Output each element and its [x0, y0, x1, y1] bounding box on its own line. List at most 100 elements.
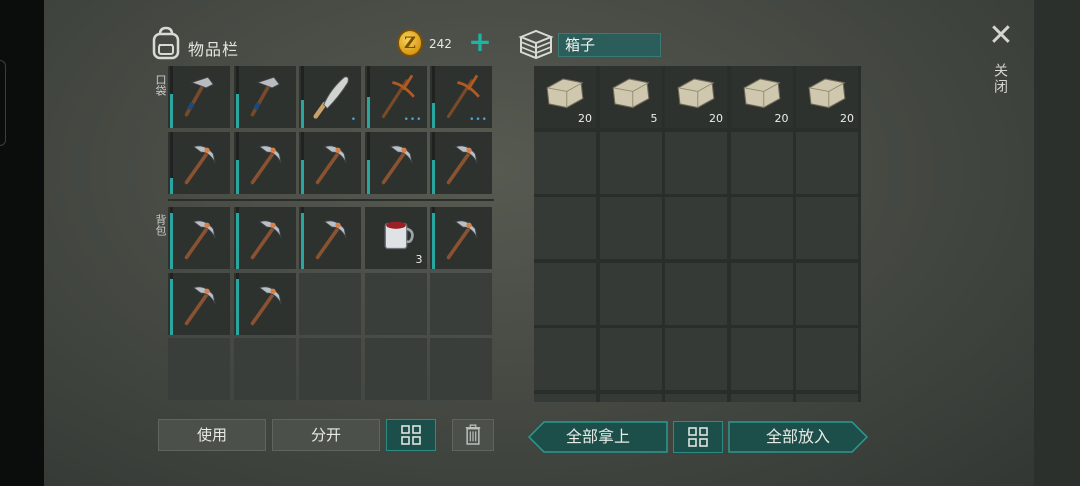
durability-bar — [432, 159, 435, 194]
container-slot-empty[interactable] — [665, 262, 727, 325]
machete-icon — [313, 76, 349, 119]
container-slot-stone[interactable]: 20 — [665, 66, 727, 128]
container-slot-empty[interactable] — [599, 393, 662, 402]
coin-count: 242 — [429, 37, 452, 51]
inventory-slot-pickaxe[interactable] — [233, 207, 296, 269]
inventory-slot-pickaxe[interactable] — [299, 207, 361, 269]
section-divider — [168, 199, 494, 201]
durability-bar — [170, 94, 173, 128]
inventory-slot-pickaxe[interactable] — [364, 131, 427, 194]
container-slot-stone[interactable]: 5 — [599, 66, 662, 128]
inventory-slot-pickaxe[interactable] — [168, 272, 230, 335]
item-count: 20 — [774, 112, 789, 125]
inventory-slot-machete[interactable]: • — [299, 66, 361, 128]
container-name[interactable]: 箱子 — [558, 33, 661, 57]
durability-bar — [301, 100, 304, 128]
trash-button[interactable] — [452, 419, 494, 451]
close-label[interactable]: 关闭 — [990, 63, 1010, 95]
inventory-slot-pickaxe[interactable] — [233, 131, 296, 194]
container-slot-stone[interactable]: 20 — [730, 66, 793, 128]
take-all-label: 全部拿上 — [565, 427, 630, 446]
add-coins-button[interactable]: + — [468, 28, 492, 56]
durability-bar — [301, 213, 304, 269]
inventory-slot-empty[interactable] — [364, 272, 427, 335]
bezel-notch — [0, 60, 6, 146]
inventory-sort-button[interactable] — [386, 419, 436, 451]
container-slot-empty[interactable] — [730, 197, 793, 259]
container-slot-empty[interactable] — [796, 197, 858, 259]
container-slot-stone[interactable]: 20 — [796, 66, 858, 128]
container-slot-empty[interactable] — [599, 197, 662, 259]
container-slot-empty[interactable] — [599, 328, 662, 390]
container-slot-empty[interactable] — [796, 393, 858, 402]
take-all-button[interactable]: 全部拿上 — [528, 421, 668, 453]
container-slot-empty[interactable] — [665, 197, 727, 259]
item-count: 3 — [415, 253, 423, 266]
container-slot-empty[interactable] — [730, 262, 793, 325]
inventory-slot-empty[interactable] — [299, 272, 361, 335]
inventory-slot-pickaxe[interactable] — [299, 131, 361, 194]
pocket-label: 口袋 — [154, 74, 167, 96]
item-quality-dots: ••• — [469, 115, 488, 125]
pickaxe-icon — [184, 220, 216, 260]
inventory-slot-pickaxe[interactable] — [168, 131, 230, 194]
inventory-slot-cup[interactable]: 3 — [364, 207, 427, 269]
inventory-slot-empty[interactable] — [430, 272, 492, 335]
durability-bar — [170, 278, 173, 335]
inventory-slot-pickaxe[interactable] — [168, 207, 230, 269]
screen-left-bezel — [0, 0, 44, 486]
grid-icon — [401, 425, 421, 445]
container-slot-empty[interactable] — [796, 131, 858, 194]
close-icon[interactable]: ✕ — [984, 20, 1018, 54]
container-slot-empty[interactable] — [599, 131, 662, 194]
container-slot-empty[interactable] — [534, 197, 596, 259]
inventory-slot-pickaxe-rusty[interactable]: ••• — [364, 66, 427, 128]
pickaxe-rusty-icon — [446, 74, 480, 118]
durability-bar — [301, 159, 304, 194]
container-slot-empty[interactable] — [796, 328, 858, 390]
inventory-slot-empty[interactable] — [168, 338, 230, 400]
container-sort-button[interactable] — [673, 421, 723, 453]
pickaxe-rusty-icon — [381, 74, 415, 118]
container-slot-empty[interactable] — [599, 262, 662, 325]
container-slot-empty[interactable] — [534, 393, 596, 402]
container-slot-empty[interactable] — [730, 393, 793, 402]
container-slot-stone[interactable]: 20 — [534, 66, 596, 128]
durability-bar — [235, 94, 239, 128]
container-slot-empty[interactable] — [534, 262, 596, 325]
durability-bar — [170, 213, 173, 269]
item-count: 20 — [578, 112, 592, 125]
inventory-slot-empty[interactable] — [430, 338, 492, 400]
durability-bar — [235, 159, 239, 194]
put-all-button[interactable]: 全部放入 — [728, 421, 868, 453]
inventory-slot-pickaxe-rusty[interactable]: ••• — [430, 66, 492, 128]
container-slot-empty[interactable] — [730, 131, 793, 194]
cup-icon — [384, 221, 414, 250]
container-slot-empty[interactable] — [534, 131, 596, 194]
container-slot-empty[interactable] — [665, 328, 727, 390]
item-count: 20 — [840, 112, 854, 125]
inventory-slot-empty[interactable] — [233, 338, 296, 400]
inventory-slot-pickaxe[interactable] — [430, 207, 492, 269]
crate-icon — [518, 29, 554, 60]
pickaxe-icon — [381, 144, 413, 184]
inventory-slot-hammer[interactable] — [168, 66, 230, 128]
inventory-header: 物品栏 Z 242 + — [150, 26, 495, 62]
inventory-slot-empty[interactable] — [299, 338, 361, 400]
container-slot-empty[interactable] — [796, 262, 858, 325]
split-button[interactable]: 分开 — [272, 419, 380, 451]
inventory-slot-pickaxe[interactable] — [430, 131, 492, 194]
container-slot-empty[interactable] — [534, 328, 596, 390]
pickaxe-icon — [184, 144, 216, 184]
container-slot-empty[interactable] — [665, 131, 727, 194]
use-button[interactable]: 使用 — [158, 419, 266, 451]
inventory-slot-empty[interactable] — [364, 338, 427, 400]
grid-icon — [688, 427, 708, 447]
container-slot-empty[interactable] — [665, 393, 727, 402]
inventory-slot-pickaxe[interactable] — [233, 272, 296, 335]
durability-bar — [235, 213, 239, 269]
durability-bar — [432, 213, 435, 269]
container-grid[interactable]: 20 5 20 20 20 — [534, 66, 861, 402]
inventory-slot-hammer[interactable] — [233, 66, 296, 128]
container-slot-empty[interactable] — [730, 328, 793, 390]
